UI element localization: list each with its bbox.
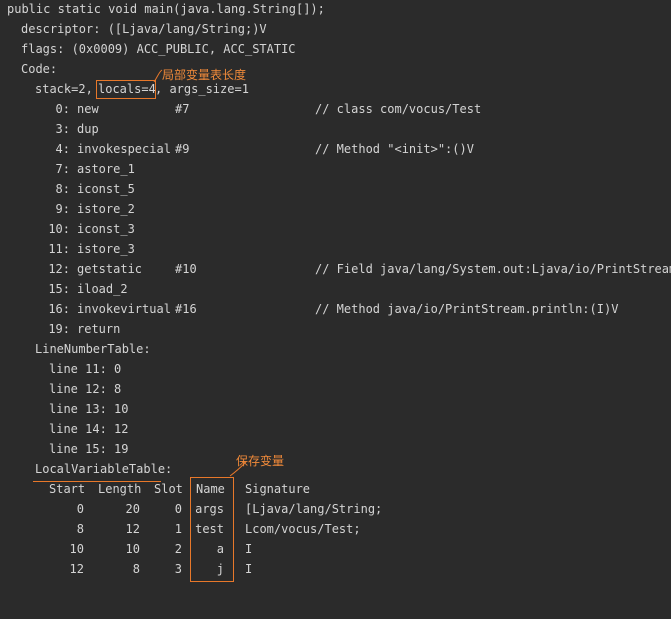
annotation-connectors	[153, 69, 247, 477]
javap-output: public static void main(java.lang.String…	[0, 0, 671, 584]
vars-annotation: 保存变量	[236, 454, 285, 468]
locals-annotation: 局部变量表长度	[162, 68, 247, 82]
